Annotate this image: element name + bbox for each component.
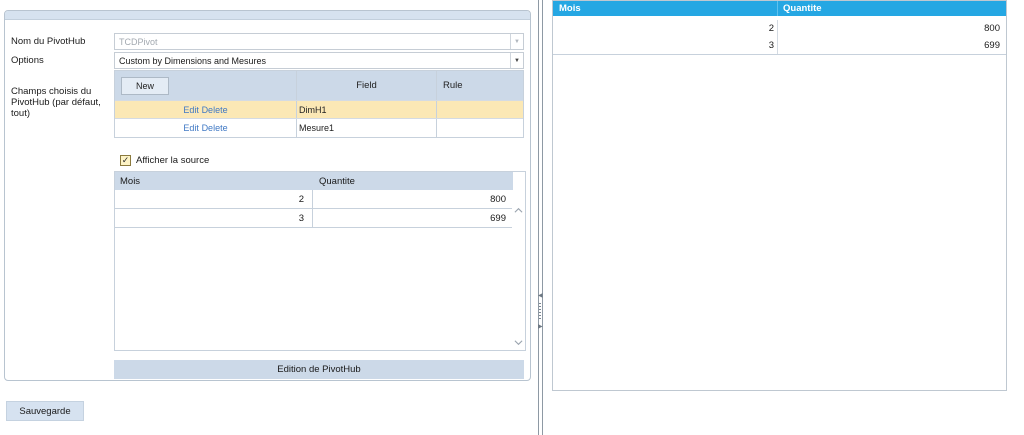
checkmark-icon[interactable]: ✓	[120, 155, 131, 166]
collapse-left-icon[interactable]: ◀	[538, 293, 543, 299]
panel-header-bar	[5, 11, 530, 20]
table-row[interactable]: 3 699	[553, 37, 1006, 54]
source-grid-header: Mois Quantite	[115, 172, 513, 190]
pivothub-name-value: TCDPivot	[119, 37, 158, 47]
mois-value: 2	[298, 193, 304, 205]
rule-cell	[437, 101, 523, 118]
field-column-header: Field	[297, 71, 437, 100]
field-cell: DimH1	[297, 101, 437, 118]
rule-column-label: Rule	[443, 80, 463, 91]
edit-link[interactable]: Edit	[183, 123, 199, 133]
delete-link[interactable]: Delete	[202, 123, 228, 133]
quantite-column-label: Quantite	[319, 175, 355, 187]
row-actions: Edit Delete	[115, 119, 297, 137]
rule-column-header: Rule	[437, 71, 523, 100]
fields-grid-header-actions: New	[115, 71, 297, 100]
fields-grid: New Field Rule Edit Delete DimH1 Edit De…	[114, 70, 524, 138]
mois-column-header[interactable]: Mois	[553, 1, 778, 16]
result-grid-header: Mois Quantite	[553, 1, 1006, 16]
field-column-label: Field	[356, 80, 377, 91]
grip-dots	[539, 303, 541, 321]
mois-value: 3	[298, 212, 304, 224]
pivothub-edit-panel: Nom du PivotHub TCDPivot ▼ Options Custo…	[4, 10, 531, 381]
quantite-cell: 699	[313, 209, 513, 227]
quantite-cell: 800	[313, 190, 513, 208]
show-source-checkbox[interactable]: ✓ Afficher la source	[120, 154, 209, 167]
mois-value: 2	[768, 23, 774, 34]
delete-link[interactable]: Delete	[202, 105, 228, 115]
quantite-column-header[interactable]: Quantite	[778, 1, 1006, 16]
mois-value: 3	[768, 40, 774, 51]
table-row[interactable]: 3 699	[115, 209, 513, 228]
quantite-value: 699	[490, 212, 506, 224]
field-value: Mesure1	[299, 123, 335, 133]
quantite-value: 800	[984, 23, 1000, 34]
mois-cell: 2	[115, 190, 313, 208]
pivothub-name-label: Nom du PivotHub	[11, 36, 86, 47]
quantite-value: 800	[490, 193, 506, 205]
table-row[interactable]: Edit Delete DimH1	[115, 101, 523, 119]
show-source-label: Afficher la source	[136, 155, 210, 166]
table-row[interactable]: 2 800	[553, 20, 1006, 37]
chevron-up-icon[interactable]	[514, 206, 523, 215]
mois-column-header[interactable]: Mois	[115, 172, 313, 190]
field-value: DimH1	[299, 104, 327, 115]
source-grid-body: 2 800 3 699	[115, 190, 513, 228]
mois-cell: 3	[115, 209, 313, 227]
panel-splitter[interactable]: ◀ ▶	[537, 0, 545, 435]
result-grid-body: 2 800 3 699	[553, 16, 1006, 55]
fields-grid-header: New Field Rule	[115, 71, 523, 101]
chevron-down-icon[interactable]: ▼	[510, 53, 523, 68]
new-field-button[interactable]: New	[121, 76, 169, 95]
source-data-grid: Mois Quantite 2 800 3 699	[114, 171, 526, 351]
quantite-column-label: Quantite	[783, 3, 822, 14]
mois-column-label: Mois	[559, 3, 581, 14]
options-combo[interactable]: Custom by Dimensions and Mesures ▼	[114, 52, 524, 69]
splitter-grip-icon[interactable]: ◀ ▶	[537, 293, 545, 333]
quantite-column-header[interactable]: Quantite	[313, 172, 513, 190]
splitter-line	[538, 0, 539, 435]
pivot-result-grid: Mois Quantite 2 800 3 699	[552, 0, 1007, 391]
chevron-down-icon[interactable]: ▼	[510, 34, 523, 49]
quantite-cell: 699	[778, 37, 1006, 54]
field-cell: Mesure1	[297, 119, 437, 137]
edition-pivothub-button[interactable]: Edition de PivotHub	[114, 360, 524, 379]
edit-link[interactable]: Edit	[183, 105, 199, 115]
rule-cell	[437, 119, 523, 137]
save-button[interactable]: Sauvegarde	[6, 401, 84, 421]
splitter-line	[542, 0, 543, 435]
mois-cell: 3	[553, 37, 778, 54]
chevron-down-icon[interactable]	[514, 338, 523, 347]
source-grid-scrollbar[interactable]	[512, 190, 525, 350]
options-value: Custom by Dimensions and Mesures	[119, 56, 267, 66]
mois-cell: 2	[553, 20, 778, 37]
collapse-right-icon[interactable]: ▶	[538, 324, 543, 330]
row-actions: Edit Delete	[115, 101, 297, 118]
table-row[interactable]: 2 800	[115, 190, 513, 209]
chosen-fields-label: Champs choisis du PivotHub (par défaut, …	[11, 86, 101, 119]
options-label: Options	[11, 55, 44, 66]
mois-column-label: Mois	[120, 175, 141, 187]
pivothub-name-combo[interactable]: TCDPivot ▼	[114, 33, 524, 50]
table-row[interactable]: Edit Delete Mesure1	[115, 119, 523, 137]
quantite-value: 699	[984, 40, 1000, 51]
quantite-cell: 800	[778, 20, 1006, 37]
